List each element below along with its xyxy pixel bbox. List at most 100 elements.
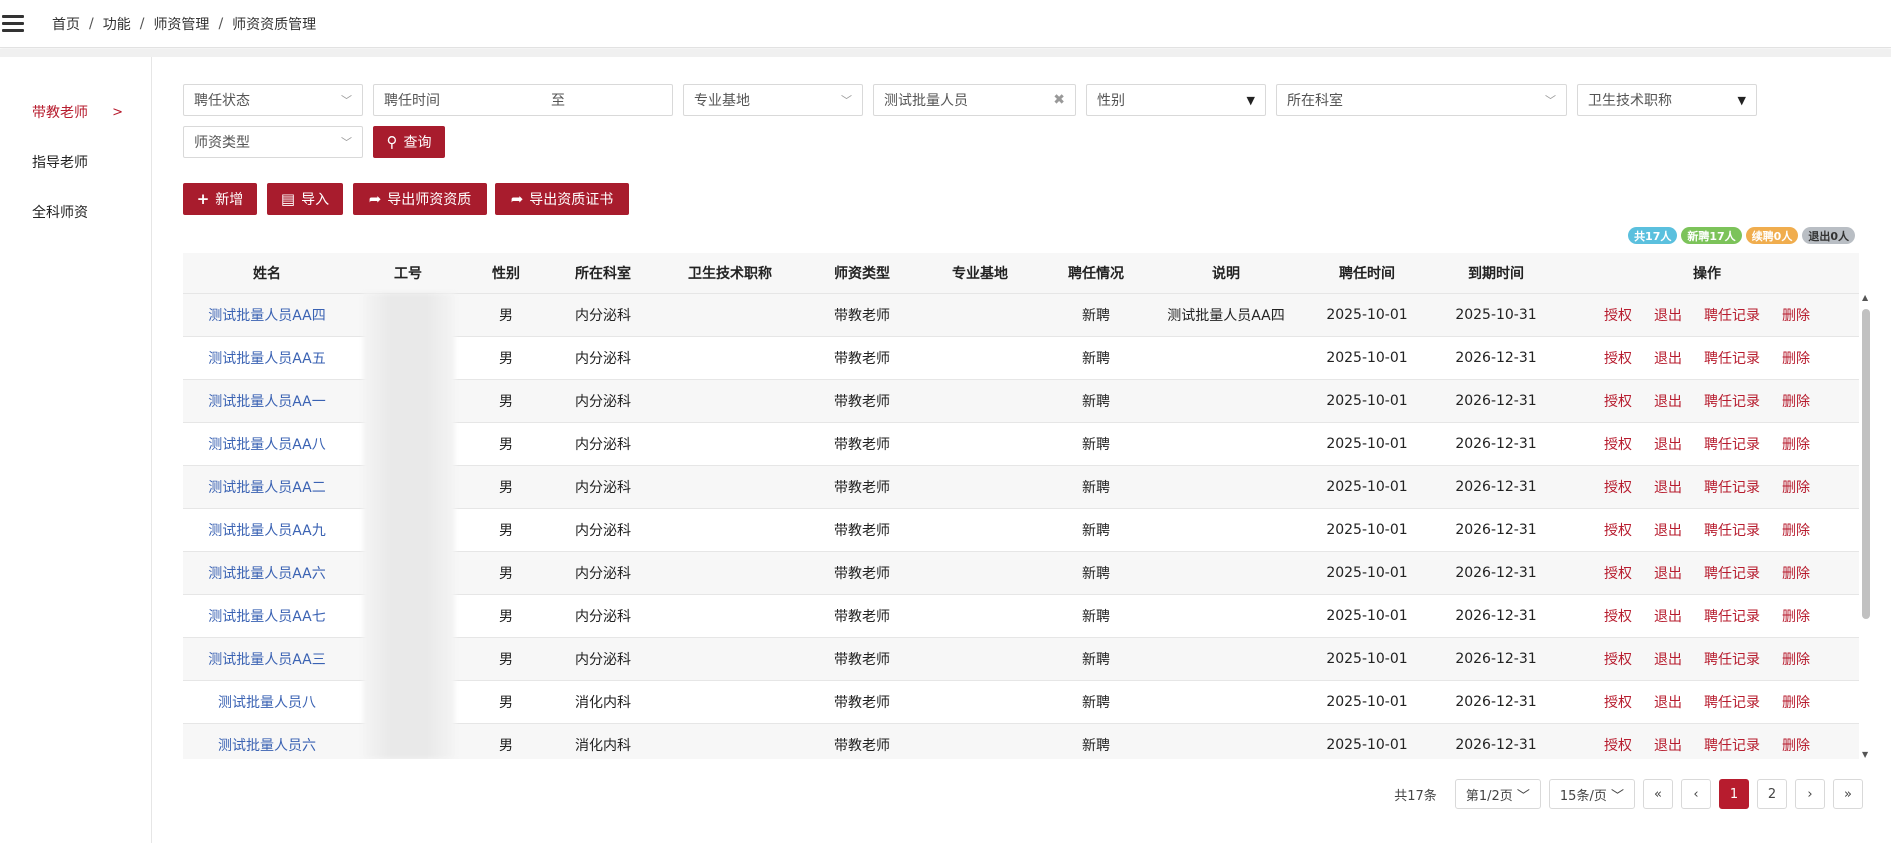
breadcrumb-teacher-management[interactable]: 师资管理 — [153, 14, 209, 34]
exit-button[interactable]: 退出 — [1654, 308, 1682, 324]
plus-icon: + — [196, 190, 210, 208]
delete-button[interactable]: 删除 — [1782, 609, 1810, 625]
exit-button[interactable]: 退出 — [1654, 523, 1682, 539]
teacher-name-link[interactable]: 测试批量人员八 — [218, 695, 316, 711]
scroll-thumb[interactable] — [1862, 309, 1870, 619]
delete-button[interactable]: 删除 — [1782, 437, 1810, 453]
exit-button[interactable]: 退出 — [1654, 437, 1682, 453]
clear-icon[interactable]: ✖ — [1053, 92, 1065, 108]
teacher-type-select[interactable]: 师资类型 ﹀ — [183, 126, 363, 158]
appoint-time-range[interactable]: 聘任时间 至 — [373, 84, 673, 116]
authorize-button[interactable]: 授权 — [1604, 695, 1632, 711]
exit-button[interactable]: 退出 — [1654, 566, 1682, 582]
teacher-name-link[interactable]: 测试批量人员AA三 — [208, 652, 326, 668]
sidebar-item-guide-teacher[interactable]: 指导老师 — [0, 137, 151, 187]
status-badge: 新聘17人 — [1681, 227, 1742, 244]
authorize-button[interactable]: 授权 — [1604, 351, 1632, 367]
teacher-name-link[interactable]: 测试批量人员AA六 — [208, 566, 326, 582]
base-select[interactable]: 专业基地 ﹀ — [683, 84, 863, 116]
delete-button[interactable]: 删除 — [1782, 652, 1810, 668]
appoint-status-select[interactable]: 聘任状态 ﹀ — [183, 84, 363, 116]
authorize-button[interactable]: 授权 — [1604, 609, 1632, 625]
teacher-name-link[interactable]: 测试批量人员AA八 — [208, 437, 326, 453]
authorize-button[interactable]: 授权 — [1604, 394, 1632, 410]
exit-button[interactable]: 退出 — [1654, 652, 1682, 668]
export-qualification-button[interactable]: ➦ 导出师资资质 — [353, 183, 487, 215]
cell-actions: 授权 退出 聘任记录 删除 — [1555, 379, 1859, 423]
teacher-name-link[interactable]: 测试批量人员AA五 — [208, 351, 326, 367]
appointment-record-button[interactable]: 聘任记录 — [1704, 523, 1760, 539]
column-header: 师资类型 — [801, 253, 923, 294]
exit-button[interactable]: 退出 — [1654, 480, 1682, 496]
prev-page-button[interactable]: ‹ — [1681, 779, 1711, 809]
appointment-record-button[interactable]: 聘任记录 — [1704, 437, 1760, 453]
authorize-button[interactable]: 授权 — [1604, 480, 1632, 496]
page-1-button[interactable]: 1 — [1719, 779, 1749, 809]
gender-select[interactable]: 性别 ▼ — [1086, 84, 1266, 116]
cell-actions: 授权 退出 聘任记录 删除 — [1555, 293, 1859, 337]
authorize-button[interactable]: 授权 — [1604, 437, 1632, 453]
delete-button[interactable]: 删除 — [1782, 523, 1810, 539]
pagination: 共17条 第1/2页 ﹀ 15条/页 ﹀ « ‹ 1 2 › » — [1394, 779, 1863, 809]
delete-button[interactable]: 删除 — [1782, 394, 1810, 410]
cell-gender: 男 — [465, 637, 547, 681]
cell-start: 2025-10-01 — [1297, 508, 1437, 552]
appointment-record-button[interactable]: 聘任记录 — [1704, 308, 1760, 324]
page-select[interactable]: 第1/2页 ﹀ — [1454, 779, 1541, 809]
last-page-button[interactable]: » — [1833, 779, 1863, 809]
cell-status: 新聘 — [1037, 508, 1155, 552]
export-certificate-button[interactable]: ➦ 导出资质证书 — [495, 183, 629, 215]
next-page-button[interactable]: › — [1795, 779, 1825, 809]
exit-button[interactable]: 退出 — [1654, 351, 1682, 367]
exit-button[interactable]: 退出 — [1654, 609, 1682, 625]
authorize-button[interactable]: 授权 — [1604, 308, 1632, 324]
sidebar-item-general-teacher[interactable]: 全科师资 — [0, 187, 151, 237]
exit-button[interactable]: 退出 — [1654, 394, 1682, 410]
teacher-name-link[interactable]: 测试批量人员AA九 — [208, 523, 326, 539]
delete-button[interactable]: 删除 — [1782, 480, 1810, 496]
cell-dept: 内分泌科 — [547, 422, 659, 466]
cell-title — [659, 379, 801, 423]
add-button[interactable]: + 新增 — [183, 183, 257, 215]
appointment-record-button[interactable]: 聘任记录 — [1704, 695, 1760, 711]
appointment-record-button[interactable]: 聘任记录 — [1704, 480, 1760, 496]
appointment-record-button[interactable]: 聘任记录 — [1704, 652, 1760, 668]
teacher-name-link[interactable]: 测试批量人员AA二 — [208, 480, 326, 496]
first-page-button[interactable]: « — [1643, 779, 1673, 809]
breadcrumb-function[interactable]: 功能 — [103, 14, 131, 34]
appointment-record-button[interactable]: 聘任记录 — [1704, 566, 1760, 582]
delete-button[interactable]: 删除 — [1782, 695, 1810, 711]
delete-button[interactable]: 删除 — [1782, 738, 1810, 754]
appointment-record-button[interactable]: 聘任记录 — [1704, 738, 1760, 754]
delete-button[interactable]: 删除 — [1782, 566, 1810, 582]
teacher-name-link[interactable]: 测试批量人员AA七 — [208, 609, 326, 625]
authorize-button[interactable]: 授权 — [1604, 738, 1632, 754]
sidebar-item-teaching-teacher[interactable]: 带教老师 > — [0, 87, 151, 137]
title-select[interactable]: 卫生技术职称 ▼ — [1577, 84, 1757, 116]
keyword-input[interactable]: 测试批量人员 ✖ — [873, 84, 1076, 116]
scroll-up-icon[interactable]: ▲ — [1862, 293, 1868, 302]
appointment-record-button[interactable]: 聘任记录 — [1704, 609, 1760, 625]
delete-button[interactable]: 删除 — [1782, 351, 1810, 367]
authorize-button[interactable]: 授权 — [1604, 523, 1632, 539]
table-scrollbar[interactable]: ▲ ▼ — [1861, 293, 1871, 759]
page-2-button[interactable]: 2 — [1757, 779, 1787, 809]
teacher-name-link[interactable]: 测试批量人员AA一 — [208, 394, 326, 410]
appointment-record-button[interactable]: 聘任记录 — [1704, 394, 1760, 410]
page-size-select[interactable]: 15条/页 ﹀ — [1548, 779, 1635, 809]
scroll-down-icon[interactable]: ▼ — [1862, 750, 1868, 759]
authorize-button[interactable]: 授权 — [1604, 566, 1632, 582]
department-select[interactable]: 所在科室 ﹀ — [1276, 84, 1567, 116]
exit-button[interactable]: 退出 — [1654, 738, 1682, 754]
search-button[interactable]: ⚲ 查询 — [373, 126, 445, 158]
cell-gender: 男 — [465, 336, 547, 380]
teacher-name-link[interactable]: 测试批量人员AA四 — [208, 308, 326, 324]
authorize-button[interactable]: 授权 — [1604, 652, 1632, 668]
breadcrumb-home[interactable]: 首页 — [52, 14, 80, 34]
appointment-record-button[interactable]: 聘任记录 — [1704, 351, 1760, 367]
import-button[interactable]: ▤ 导入 — [267, 183, 343, 215]
exit-button[interactable]: 退出 — [1654, 695, 1682, 711]
delete-button[interactable]: 删除 — [1782, 308, 1810, 324]
teacher-name-link[interactable]: 测试批量人员六 — [218, 738, 316, 754]
menu-icon[interactable] — [2, 15, 24, 32]
